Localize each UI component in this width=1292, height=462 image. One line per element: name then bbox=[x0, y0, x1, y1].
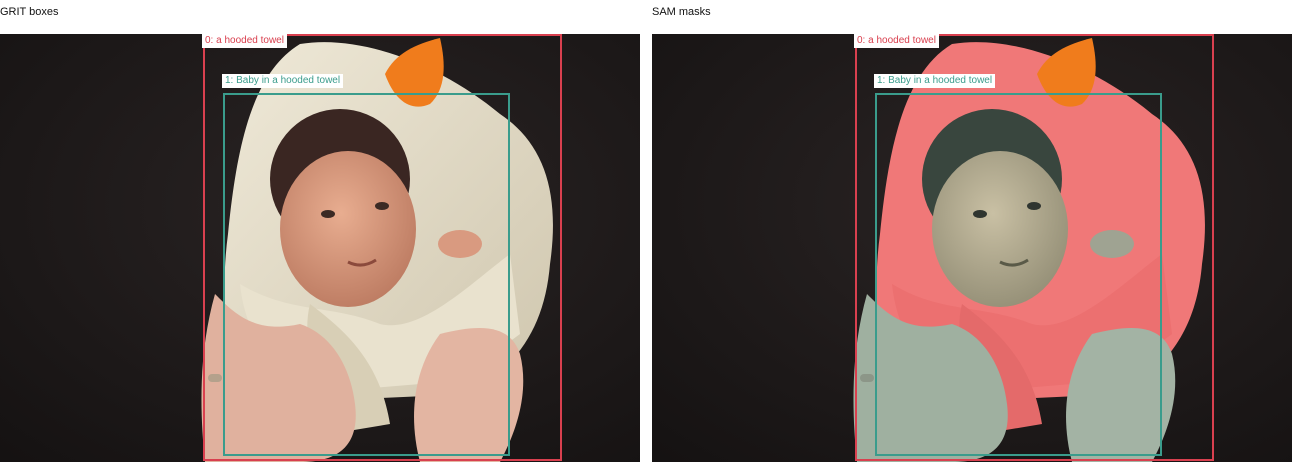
box-baby-in-towel bbox=[223, 93, 510, 456]
sam-masks-title: SAM masks bbox=[652, 6, 711, 18]
grit-boxes-title: GRIT boxes bbox=[0, 6, 59, 18]
box-label-baby-in-towel: 1: Baby in a hooded towel bbox=[222, 74, 344, 88]
mask-box-label-hooded-towel: 0: a hooded towel bbox=[854, 34, 939, 48]
mask-box-baby-in-towel bbox=[875, 93, 1162, 456]
box-label-hooded-towel: 0: a hooded towel bbox=[202, 34, 287, 48]
grit-boxes-panel: 0: a hooded towel 1: Baby in a hooded to… bbox=[0, 34, 640, 462]
mask-box-label-baby-in-towel: 1: Baby in a hooded towel bbox=[874, 74, 996, 88]
sam-masks-panel: 0: a hooded towel 1: Baby in a hooded to… bbox=[652, 34, 1292, 462]
